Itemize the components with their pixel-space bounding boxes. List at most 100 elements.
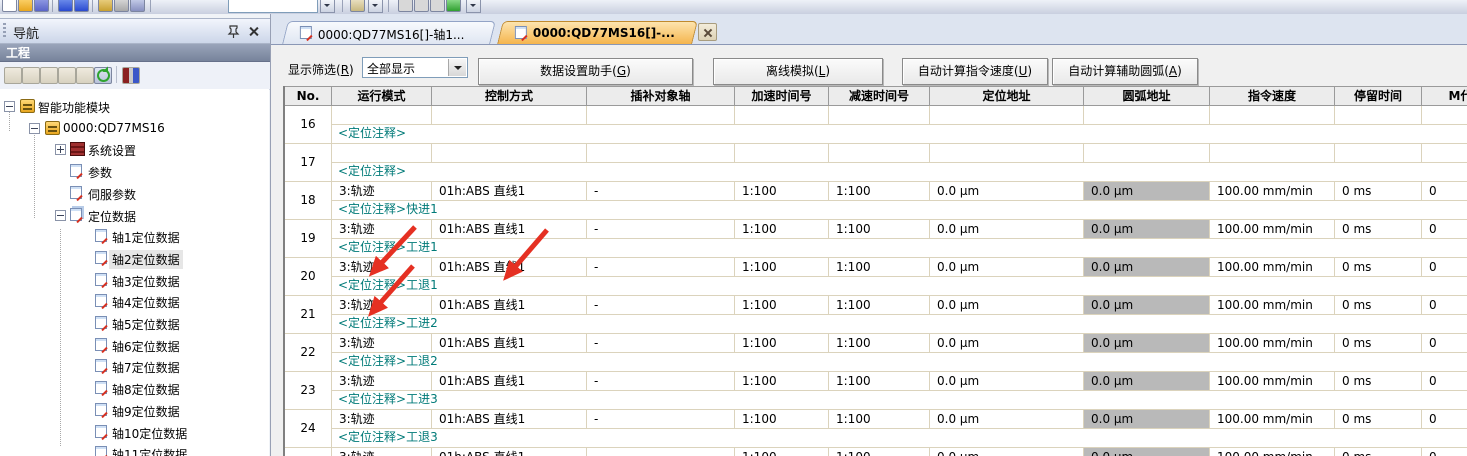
row-number[interactable]: 20 — [285, 258, 332, 295]
window-icon[interactable] — [58, 0, 73, 12]
tree-item-轴6定位数据[interactable]: 轴6定位数据 — [0, 335, 269, 356]
tree-item-轴11定位数据[interactable]: 轴11定位数据 — [0, 443, 269, 456]
dropdown-button[interactable] — [368, 0, 383, 13]
column-header-运行模式[interactable]: 运行模式 — [332, 87, 432, 105]
cell-加速时间号[interactable]: 1:100 — [735, 182, 829, 201]
cell-减速时间号[interactable] — [829, 106, 930, 125]
positioning-comment[interactable]: <定位注释> — [332, 163, 1467, 181]
tree-item-参数[interactable]: 参数 — [0, 161, 269, 182]
cell-圆弧地址[interactable]: 0.0 μm — [1084, 448, 1210, 456]
cell-插补对象轴[interactable]: - — [587, 410, 735, 429]
cell-减速时间号[interactable]: 1:100 — [829, 448, 930, 456]
cell-定位地址[interactable]: 0.0 μm — [930, 220, 1084, 239]
cell-圆弧地址[interactable]: 0.0 μm — [1084, 258, 1210, 277]
cell-圆弧地址[interactable]: 0.0 μm — [1084, 410, 1210, 429]
tree-item-label[interactable]: 轴4定位数据 — [109, 293, 183, 312]
row-number[interactable]: 17 — [285, 144, 332, 181]
display-filter-combobox[interactable]: 全部显示 — [362, 57, 468, 78]
cell-插补对象轴[interactable]: - — [587, 334, 735, 353]
cell-停留时间[interactable]: 0 ms — [1335, 410, 1422, 429]
cell-圆弧地址[interactable]: 0.0 μm — [1084, 182, 1210, 201]
cell-加速时间号[interactable] — [735, 144, 829, 163]
cell-指令速度[interactable]: 100.00 mm/min — [1210, 334, 1335, 353]
column-header-圆弧地址[interactable]: 圆弧地址 — [1084, 87, 1210, 105]
cell-停留时间[interactable]: 0 ms — [1335, 334, 1422, 353]
tree-item-轴9定位数据[interactable]: 轴9定位数据 — [0, 400, 269, 421]
cell-指令速度[interactable]: 100.00 mm/min — [1210, 448, 1335, 456]
cell-减速时间号[interactable]: 1:100 — [829, 258, 930, 277]
tab-1[interactable]: 0000:QD77MS16[]-轴1... — [282, 21, 496, 44]
chevron-down-icon[interactable] — [448, 59, 466, 76]
column-header-加速时间号[interactable]: 加速时间号 — [735, 87, 829, 105]
action-button-3[interactable]: 自动计算指令速度(U) — [902, 58, 1048, 85]
cell-定位地址[interactable]: 0.0 μm — [930, 410, 1084, 429]
cell-减速时间号[interactable]: 1:100 — [829, 220, 930, 239]
cell-运行模式[interactable] — [332, 106, 432, 125]
save-icon[interactable] — [34, 0, 49, 12]
cell-圆弧地址[interactable]: 0.0 μm — [1084, 296, 1210, 315]
tree-item-label[interactable]: 轴11定位数据 — [109, 445, 190, 456]
tree-item-轴4定位数据[interactable]: 轴4定位数据 — [0, 291, 269, 312]
cell-加速时间号[interactable]: 1:100 — [735, 410, 829, 429]
row-number[interactable]: 24 — [285, 410, 332, 447]
cell-定位地址[interactable]: 0.0 μm — [930, 182, 1084, 201]
cell-M代码[interactable]: 0 — [1422, 372, 1467, 391]
drag-grip[interactable] — [3, 23, 6, 39]
expand-icon[interactable] — [55, 144, 66, 155]
tree-item-智能功能模块[interactable]: 智能功能模块 — [0, 96, 269, 117]
cell-指令速度[interactable] — [1210, 144, 1335, 163]
cell-运行模式[interactable] — [332, 144, 432, 163]
cell-控制方式[interactable] — [432, 144, 587, 163]
row-number[interactable]: 19 — [285, 220, 332, 257]
cell-定位地址[interactable]: 0.0 μm — [930, 334, 1084, 353]
cell-加速时间号[interactable]: 1:100 — [735, 448, 829, 456]
paste-icon[interactable] — [40, 67, 58, 84]
cell-减速时间号[interactable]: 1:100 — [829, 372, 930, 391]
cell-插补对象轴[interactable] — [587, 106, 735, 125]
cell-插补对象轴[interactable]: - — [587, 182, 735, 201]
tree-item-0000:QD77MS16[interactable]: 0000:QD77MS16 — [0, 118, 269, 139]
step-icon[interactable] — [430, 0, 445, 12]
new-folder-icon[interactable] — [4, 67, 22, 84]
column-header-指令速度[interactable]: 指令速度 — [1210, 87, 1335, 105]
collapse-icon[interactable] — [55, 210, 66, 221]
collapse-icon[interactable] — [4, 101, 15, 112]
cell-指令速度[interactable]: 100.00 mm/min — [1210, 182, 1335, 201]
tree-item-系统设置[interactable]: 系统设置 — [0, 139, 269, 160]
cell-插补对象轴[interactable]: - — [587, 296, 735, 315]
cell-圆弧地址[interactable]: 0.0 μm — [1084, 372, 1210, 391]
cell-运行模式[interactable]: 3:轨迹 — [332, 334, 432, 353]
column-header-停留时间[interactable]: 停留时间 — [1335, 87, 1422, 105]
cell-圆弧地址[interactable] — [1084, 106, 1210, 125]
tab-label[interactable]: 0000:QD77MS16[]-轴1... — [318, 26, 465, 43]
cell-指令速度[interactable]: 100.00 mm/min — [1210, 258, 1335, 277]
cell-插补对象轴[interactable]: - — [587, 220, 735, 239]
cell-控制方式[interactable]: 01h:ABS 直线1 — [432, 296, 587, 315]
pin-icon[interactable] — [226, 24, 241, 39]
find-icon[interactable] — [130, 0, 145, 12]
tree-item-定位数据[interactable]: 定位数据 — [0, 205, 269, 226]
module-tool-icon[interactable] — [122, 67, 140, 84]
tree-item-轴1定位数据[interactable]: 轴1定位数据 — [0, 226, 269, 247]
close-icon[interactable] — [246, 24, 261, 39]
collapse-icon[interactable] — [29, 123, 40, 134]
cell-控制方式[interactable]: 01h:ABS 直线1 — [432, 410, 587, 429]
cell-停留时间[interactable]: 0 ms — [1335, 296, 1422, 315]
tree-item-label[interactable]: 轴10定位数据 — [109, 424, 190, 443]
dropdown-button[interactable] — [466, 0, 481, 13]
open-icon[interactable] — [18, 0, 33, 12]
cell-定位地址[interactable]: 0.0 μm — [930, 372, 1084, 391]
cell-插补对象轴[interactable] — [587, 144, 735, 163]
row-number[interactable]: 22 — [285, 334, 332, 371]
cell-M代码[interactable]: 0 — [1422, 182, 1467, 201]
row-number[interactable]: 21 — [285, 296, 332, 333]
cell-M代码[interactable]: 0 — [1422, 410, 1467, 429]
copy-icon[interactable] — [22, 67, 40, 84]
print-icon[interactable] — [98, 0, 113, 12]
tab-2-active[interactable]: 0000:QD77MS16[]-... — [497, 21, 698, 44]
cell-运行模式[interactable]: 3:轨迹 — [332, 372, 432, 391]
cell-圆弧地址[interactable]: 0.0 μm — [1084, 220, 1210, 239]
cell-运行模式[interactable]: 3:轨迹 — [332, 296, 432, 315]
row-number[interactable] — [285, 448, 332, 456]
cell-控制方式[interactable]: 01h:ABS 直线1 — [432, 220, 587, 239]
